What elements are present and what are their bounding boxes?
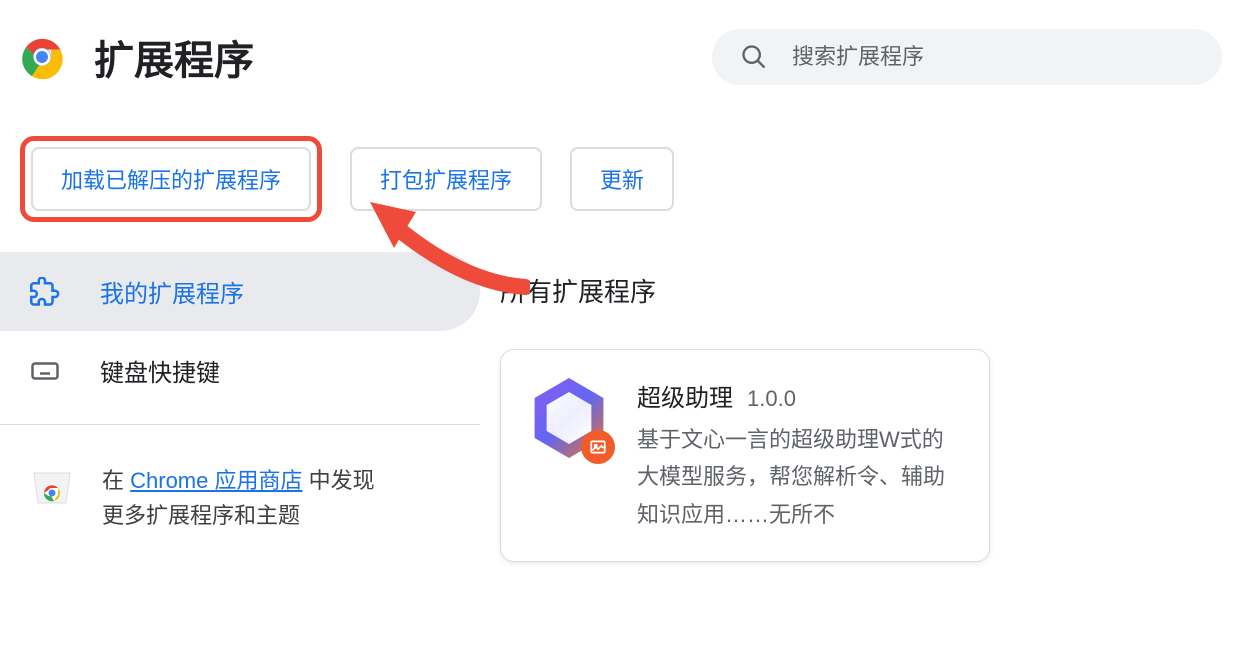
sidebar: 我的扩展程序 键盘快捷键 <box>0 252 480 662</box>
store-text: 在 Chrome 应用商店 中发现 更多扩展程序和主题 <box>102 463 375 533</box>
search-input[interactable] <box>792 44 1194 70</box>
web-store-icon <box>30 463 74 507</box>
unpacked-badge-icon <box>581 430 615 464</box>
store-promo: 在 Chrome 应用商店 中发现 更多扩展程序和主题 <box>0 439 480 557</box>
highlight-annotation: 加载已解压的扩展程序 <box>20 136 322 222</box>
extension-name: 超级助理 <box>637 378 733 413</box>
sidebar-item-label: 我的扩展程序 <box>100 274 244 309</box>
sidebar-item-label: 键盘快捷键 <box>100 353 220 388</box>
button-row: 加载已解压的扩展程序 打包扩展程序 更新 <box>0 106 1242 252</box>
section-title: 所有扩展程序 <box>500 272 1242 309</box>
update-button[interactable]: 更新 <box>570 147 674 211</box>
search-icon <box>740 43 768 71</box>
divider <box>0 424 480 425</box>
keyboard-icon <box>30 356 60 386</box>
chrome-logo-icon <box>20 35 64 79</box>
chrome-web-store-link[interactable]: Chrome 应用商店 <box>130 468 302 493</box>
page-title: 扩展程序 <box>94 28 712 86</box>
content: 所有扩展程序 超级助理 1.0.0 基于文心一言的超级助理W式 <box>480 252 1242 662</box>
pack-extension-button[interactable]: 打包扩展程序 <box>350 147 542 211</box>
sidebar-item-my-extensions[interactable]: 我的扩展程序 <box>0 252 480 331</box>
extension-version: 1.0.0 <box>747 386 796 412</box>
extension-icon <box>529 378 609 458</box>
load-unpacked-button[interactable]: 加载已解压的扩展程序 <box>31 147 311 211</box>
extension-card[interactable]: 超级助理 1.0.0 基于文心一言的超级助理W式的大模型服务，帮您解析令、辅助知… <box>500 349 990 562</box>
search-box[interactable] <box>712 29 1222 85</box>
puzzle-icon <box>30 277 60 307</box>
header: 扩展程序 <box>0 0 1242 106</box>
sidebar-item-keyboard-shortcuts[interactable]: 键盘快捷键 <box>0 331 480 410</box>
extension-description: 基于文心一言的超级助理W式的大模型服务，帮您解析令、辅助知识应用……无所不 <box>637 421 961 533</box>
